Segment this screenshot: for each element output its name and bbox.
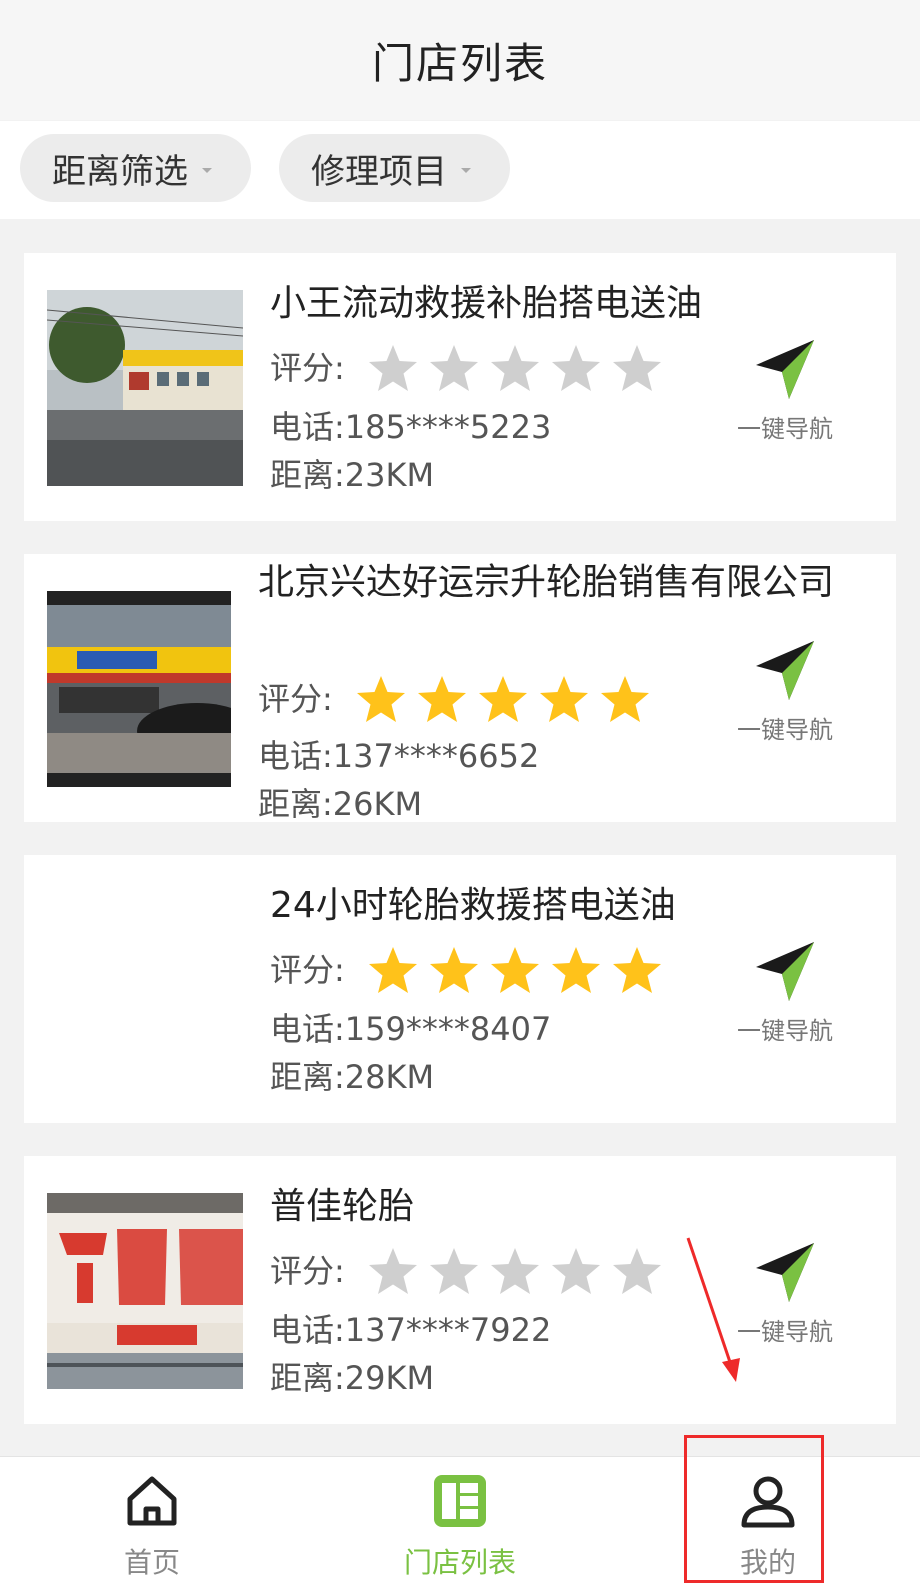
- star-empty-icon: [368, 1248, 417, 1294]
- distance-filter-label: 距离筛选: [52, 151, 188, 192]
- distance-label: 距离:: [258, 785, 333, 823]
- star-empty-icon: [429, 1248, 478, 1294]
- repair-items-filter-button[interactable]: 修理项目: [279, 134, 510, 202]
- store-phone-row: 电话: 137****6652: [258, 734, 539, 778]
- star-empty-icon: [490, 345, 539, 391]
- store-distance: 23KM: [344, 456, 435, 494]
- store-distance-row: 距离: 23KM: [270, 453, 434, 497]
- store-phone-row: 电话: 137****7922: [270, 1308, 551, 1352]
- phone-label: 电话:: [270, 408, 345, 446]
- store-rating-row: 评分:: [270, 1246, 672, 1296]
- phone-label: 电话:: [270, 1311, 345, 1349]
- star-rating: [367, 945, 672, 995]
- tab-stores-label: 门店列表: [403, 1546, 516, 1579]
- rating-label: 评分:: [258, 680, 333, 718]
- star-filled-icon: [429, 947, 478, 993]
- repair-items-filter-label: 修理项目: [311, 151, 447, 192]
- store-phone: 137****6652: [332, 737, 540, 775]
- distance-label: 距离:: [270, 456, 345, 494]
- navigation-arrow-icon: [756, 340, 814, 399]
- store-phone: 185****5223: [344, 408, 552, 446]
- navigate-label: 一键导航: [737, 415, 833, 443]
- star-filled-icon: [417, 676, 466, 722]
- star-filled-icon: [490, 947, 539, 993]
- store-card[interactable]: 小王流动救援补胎搭电送油 评分: 电话: 185****5223 距离: 23KM …: [24, 253, 896, 521]
- navigate-label: 一键导航: [737, 1017, 833, 1045]
- store-distance-row: 距离: 28KM: [270, 1055, 434, 1099]
- store-list-icon: [434, 1475, 486, 1527]
- navigation-arrow-icon: [756, 641, 814, 700]
- star-empty-icon: [551, 1248, 600, 1294]
- star-filled-icon: [600, 676, 649, 722]
- store-phone: 159****8407: [344, 1010, 552, 1048]
- distance-label: 距离:: [270, 1359, 345, 1397]
- annotation-arrow: [686, 1237, 740, 1382]
- annotation-highlight-box: [684, 1435, 824, 1583]
- store-card[interactable]: 24小时轮胎救援搭电送油 评分: 电话: 159****8407 距离: 28KM …: [24, 855, 896, 1123]
- star-empty-icon: [490, 1248, 539, 1294]
- star-empty-icon: [368, 345, 417, 391]
- store-rating-row: 评分:: [270, 945, 672, 995]
- filter-bar: 距离筛选 修理项目: [0, 121, 920, 219]
- star-filled-icon: [539, 676, 588, 722]
- rating-label: 评分:: [270, 951, 345, 989]
- distance-filter-button[interactable]: 距离筛选: [20, 134, 251, 202]
- phone-label: 电话:: [270, 1010, 345, 1048]
- caret-down-icon: [461, 167, 471, 173]
- star-rating: [367, 343, 672, 393]
- star-filled-icon: [551, 947, 600, 993]
- tab-home-label: 首页: [123, 1546, 180, 1579]
- store-name: 普佳轮胎: [270, 1186, 415, 1227]
- navigation-arrow-icon: [756, 942, 814, 1001]
- page-title: 门店列表: [371, 38, 548, 88]
- store-card[interactable]: 北京兴达好运宗升轮胎销售有限公司 评分: 电话: 137****6652 距离: 2…: [24, 554, 896, 823]
- star-rating: [355, 674, 660, 724]
- navigate-button[interactable]: 一键导航: [730, 337, 840, 444]
- store-photo: [47, 591, 231, 787]
- navigate-label: 一键导航: [737, 716, 833, 744]
- star-filled-icon: [612, 947, 661, 993]
- store-distance-row: 距离: 29KM: [270, 1356, 434, 1400]
- star-empty-icon: [612, 345, 661, 391]
- star-empty-icon: [551, 345, 600, 391]
- tab-stores[interactable]: 门店列表: [360, 1457, 560, 1584]
- store-rating-row: 评分:: [270, 343, 672, 393]
- rating-label: 评分:: [270, 349, 345, 387]
- store-distance: 26KM: [332, 785, 423, 823]
- star-filled-icon: [368, 947, 417, 993]
- store-distance: 29KM: [344, 1359, 435, 1397]
- store-list: 小王流动救援补胎搭电送油 评分: 电话: 185****5223 距离: 23KM …: [0, 219, 920, 1456]
- store-photo: [47, 290, 243, 486]
- store-phone-row: 电话: 185****5223: [270, 405, 551, 449]
- star-filled-icon: [478, 676, 527, 722]
- tab-home[interactable]: 首页: [52, 1457, 252, 1584]
- store-name: 小王流动救援补胎搭电送油: [270, 283, 703, 324]
- store-name: 北京兴达好运宗升轮胎销售有限公司: [258, 562, 835, 603]
- store-phone-row: 电话: 159****8407: [270, 1007, 551, 1051]
- star-empty-icon: [429, 345, 478, 391]
- store-distance: 28KM: [344, 1058, 435, 1096]
- store-distance-row: 距离: 26KM: [258, 782, 422, 826]
- star-filled-icon: [356, 676, 405, 722]
- rating-label: 评分:: [270, 1252, 345, 1290]
- page-header: 门店列表: [0, 0, 920, 120]
- navigation-arrow-icon: [756, 1243, 814, 1302]
- star-rating: [367, 1246, 672, 1296]
- navigate-button[interactable]: 一键导航: [730, 638, 840, 745]
- store-rating-row: 评分:: [258, 674, 660, 724]
- store-card[interactable]: 普佳轮胎 评分: 电话: 137****7922 距离: 29KM 一键导航: [24, 1156, 896, 1424]
- navigate-button[interactable]: 一键导航: [730, 939, 840, 1046]
- phone-label: 电话:: [258, 737, 333, 775]
- distance-label: 距离:: [270, 1058, 345, 1096]
- store-name: 24小时轮胎救援搭电送油: [270, 885, 676, 926]
- store-photo: [47, 1193, 243, 1389]
- home-icon: [127, 1476, 177, 1526]
- star-empty-icon: [612, 1248, 661, 1294]
- caret-down-icon: [202, 167, 212, 173]
- store-phone: 137****7922: [344, 1311, 552, 1349]
